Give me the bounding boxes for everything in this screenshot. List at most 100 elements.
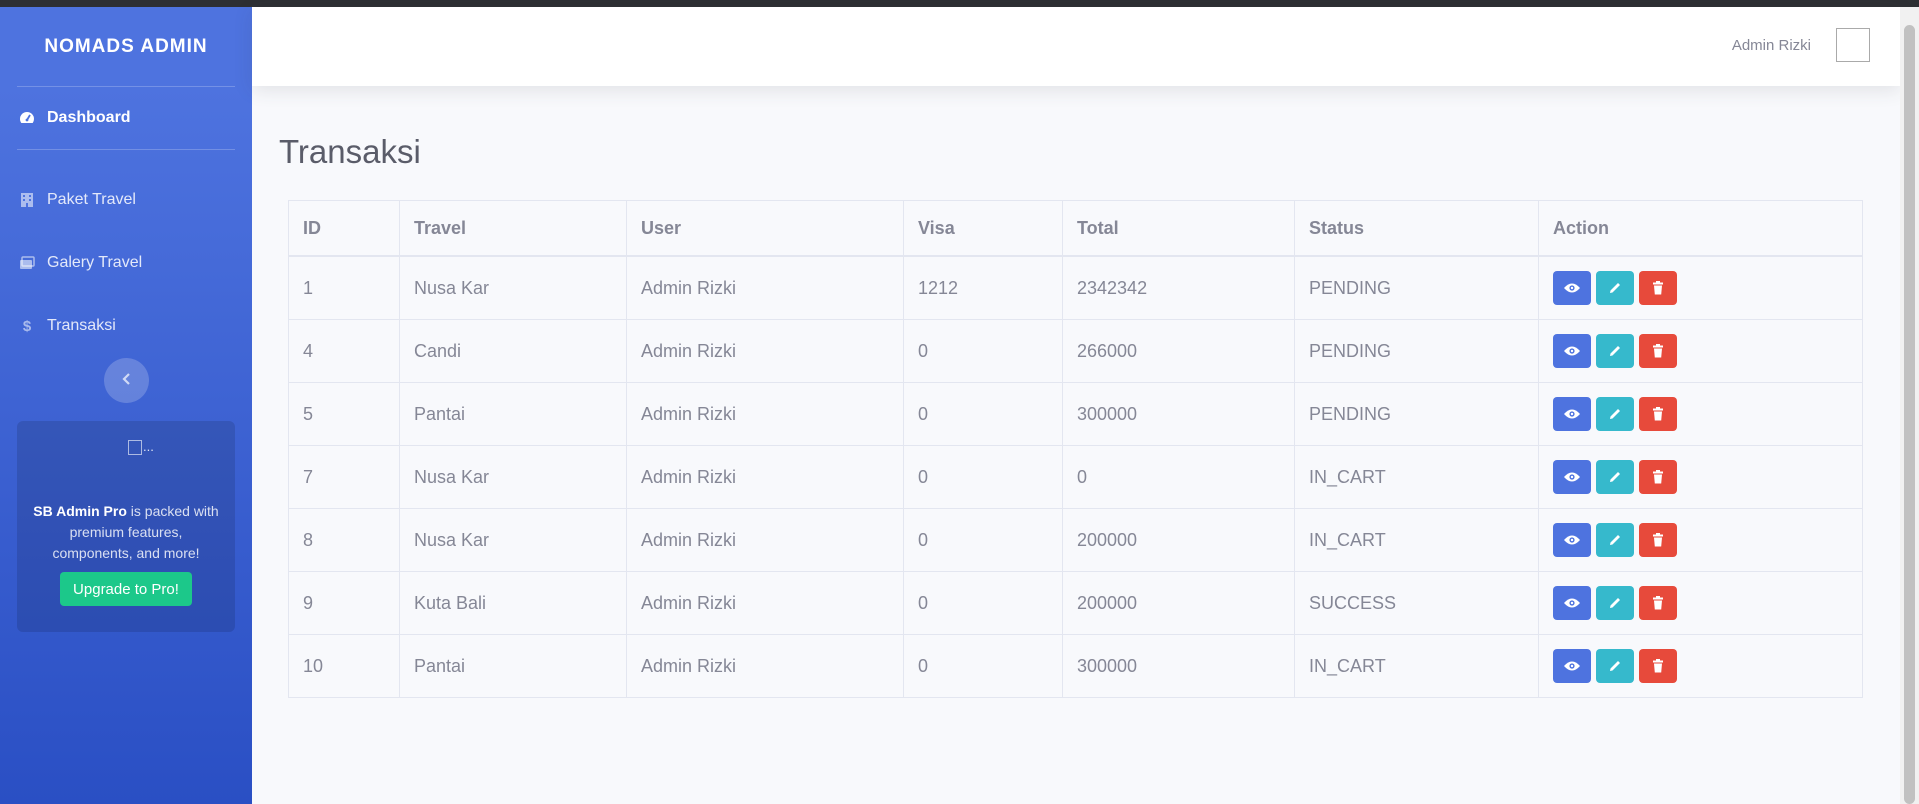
cell-travel: Nusa Kar [399, 445, 627, 509]
action-group [1553, 649, 1848, 683]
view-button[interactable] [1553, 523, 1591, 557]
cell-id: 1 [288, 255, 400, 320]
upgrade-button[interactable]: Upgrade to Pro! [60, 572, 192, 606]
delete-button[interactable] [1639, 397, 1677, 431]
column-header-total: Total [1062, 200, 1295, 257]
sidebar-item-transaksi[interactable]: $ Transaksi [17, 311, 235, 341]
cell-total: 200000 [1062, 571, 1295, 635]
pencil-icon [1608, 470, 1622, 484]
edit-button[interactable] [1596, 334, 1634, 368]
tachometer-icon [17, 108, 37, 128]
cell-total: 0 [1062, 445, 1295, 509]
column-header-status: Status [1294, 200, 1539, 257]
delete-button[interactable] [1639, 271, 1677, 305]
pencil-icon [1608, 533, 1622, 547]
scrollbar-thumb[interactable] [1904, 25, 1915, 804]
view-button[interactable] [1553, 649, 1591, 683]
delete-button[interactable] [1639, 586, 1677, 620]
scrollbar[interactable] [1900, 7, 1919, 804]
eye-icon [1563, 660, 1581, 672]
view-button[interactable] [1553, 334, 1591, 368]
edit-button[interactable] [1596, 271, 1634, 305]
edit-button[interactable] [1596, 397, 1634, 431]
cell-visa: 0 [903, 571, 1063, 635]
cell-visa: 0 [903, 634, 1063, 698]
cell-total: 2342342 [1062, 255, 1295, 320]
sidebar-item-galery-travel[interactable]: Galery Travel [17, 248, 235, 278]
edit-button[interactable] [1596, 460, 1634, 494]
sidebar: NOMADS ADMIN Dashboard Paket Travel Gale… [0, 7, 252, 804]
avatar[interactable] [1836, 28, 1870, 62]
column-header-visa: Visa [903, 200, 1063, 257]
cell-user: Admin Rizki [626, 571, 904, 635]
edit-button[interactable] [1596, 523, 1634, 557]
dollar-icon: $ [22, 317, 32, 335]
cell-total: 266000 [1062, 319, 1295, 383]
view-button[interactable] [1553, 586, 1591, 620]
action-group [1553, 271, 1848, 305]
browser-top-strip [0, 0, 1919, 7]
topbar: Admin Rizki [252, 7, 1900, 86]
column-header-travel: Travel [399, 200, 627, 257]
cell-id: 4 [288, 319, 400, 383]
sidebar-brand[interactable]: NOMADS ADMIN [0, 7, 252, 86]
trash-icon [1652, 344, 1664, 358]
eye-icon [1563, 345, 1581, 357]
pencil-icon [1608, 344, 1622, 358]
edit-button[interactable] [1596, 586, 1634, 620]
cell-action [1538, 634, 1863, 698]
sidebar-item-paket-travel[interactable]: Paket Travel [17, 185, 235, 215]
delete-button[interactable] [1639, 334, 1677, 368]
promo-strong: SB Admin Pro [33, 503, 127, 519]
cell-visa: 0 [903, 319, 1063, 383]
cell-user: Admin Rizki [626, 382, 904, 446]
cell-status: IN_CART [1294, 634, 1539, 698]
page-title: Transaksi [279, 133, 421, 171]
view-button[interactable] [1553, 397, 1591, 431]
cell-visa: 0 [903, 445, 1063, 509]
edit-button[interactable] [1596, 649, 1634, 683]
cell-action [1538, 571, 1863, 635]
trash-icon [1652, 281, 1664, 295]
cell-travel: Pantai [399, 634, 627, 698]
eye-icon [1563, 534, 1581, 546]
cell-user: Admin Rizki [626, 255, 904, 320]
images-icon [17, 253, 37, 273]
cell-user: Admin Rizki [626, 319, 904, 383]
eye-icon [1563, 597, 1581, 609]
trash-icon [1652, 470, 1664, 484]
trash-icon [1652, 407, 1664, 421]
cell-id: 7 [288, 445, 400, 509]
user-name[interactable]: Admin Rizki [1732, 37, 1811, 54]
cell-id: 10 [288, 634, 400, 698]
cell-user: Admin Rizki [626, 508, 904, 572]
cell-visa: 0 [903, 382, 1063, 446]
cell-action [1538, 508, 1863, 572]
pencil-icon [1608, 659, 1622, 673]
cell-action [1538, 255, 1863, 320]
pencil-icon [1608, 407, 1622, 421]
sidebar-item-label: Dashboard [47, 109, 131, 126]
sidebar-toggle-button[interactable] [104, 358, 149, 403]
cell-status: PENDING [1294, 255, 1539, 320]
delete-button[interactable] [1639, 649, 1677, 683]
promo-image-alt: ... [143, 439, 154, 454]
pencil-icon [1608, 281, 1622, 295]
pencil-icon [1608, 596, 1622, 610]
trash-icon [1652, 533, 1664, 547]
eye-icon [1563, 408, 1581, 420]
delete-button[interactable] [1639, 523, 1677, 557]
action-group [1553, 586, 1848, 620]
cell-travel: Nusa Kar [399, 255, 627, 320]
sidebar-item-dashboard[interactable]: Dashboard [17, 103, 235, 133]
promo-text: SB Admin Pro is packed with premium feat… [31, 501, 221, 564]
delete-button[interactable] [1639, 460, 1677, 494]
broken-image-icon [128, 440, 142, 456]
chevron-left-icon [121, 372, 132, 390]
view-button[interactable] [1553, 271, 1591, 305]
table-row: 4 Candi Admin Rizki 0 266000 PENDING [288, 319, 1863, 383]
view-button[interactable] [1553, 460, 1591, 494]
action-group [1553, 523, 1848, 557]
cell-travel: Nusa Kar [399, 508, 627, 572]
sidebar-item-label: Paket Travel [47, 191, 136, 208]
